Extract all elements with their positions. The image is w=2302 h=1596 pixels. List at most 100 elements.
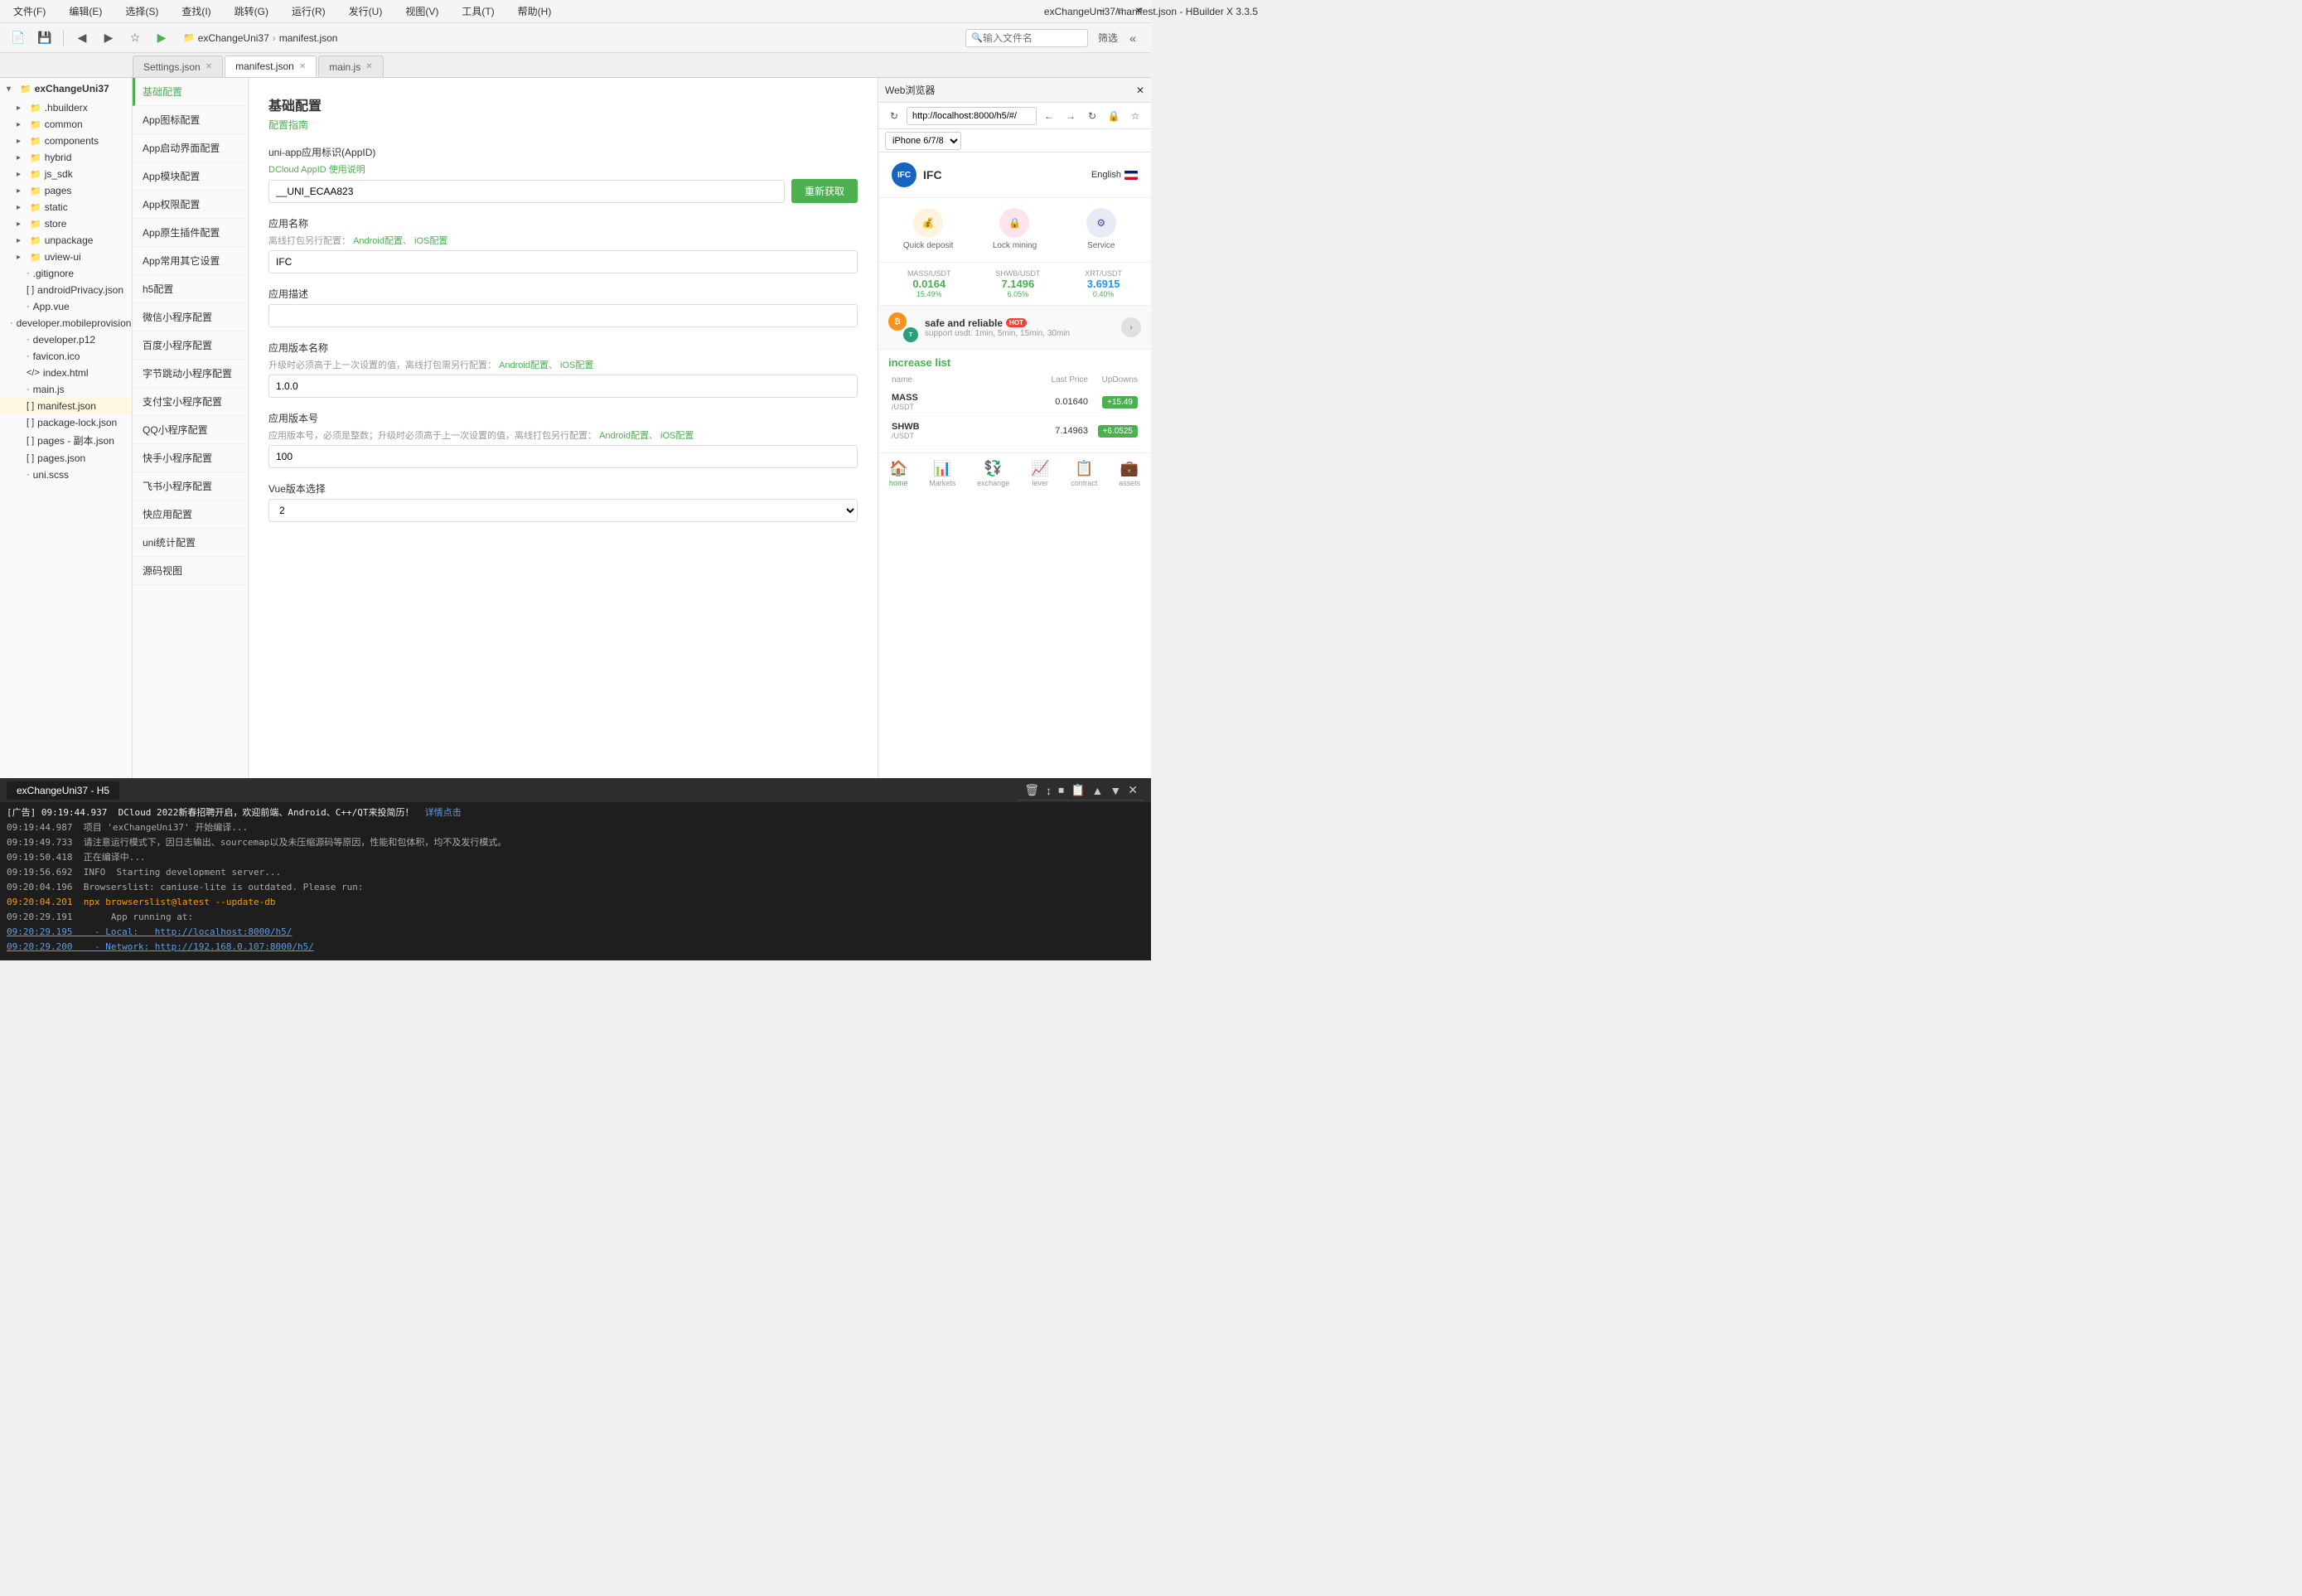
browser-forward-button[interactable]: → <box>1062 107 1080 125</box>
bottom-scroll-button[interactable]: ↕ <box>1046 784 1052 797</box>
appid-input[interactable] <box>268 180 785 203</box>
sidebar-item-packagelock[interactable]: [ ] package-lock.json <box>0 414 132 431</box>
search-input[interactable] <box>983 32 1082 44</box>
tab-settings[interactable]: Settings.json ✕ <box>133 56 223 77</box>
breadcrumb-root[interactable]: exChangeUni37 <box>198 32 269 44</box>
config-nav-baidu[interactable]: 百度小程序配置 <box>133 331 248 360</box>
menu-help[interactable]: 帮助(H) <box>511 2 559 20</box>
bottom-tab-console[interactable]: exChangeUni37 - H5 <box>7 781 119 800</box>
appname-ios-link[interactable]: iOS配置 <box>414 236 447 246</box>
run-button[interactable]: ▶ <box>150 27 173 50</box>
collapse-button[interactable]: « <box>1121 27 1144 50</box>
appid-refresh-button[interactable]: 重新获取 <box>791 179 858 203</box>
lang-selector[interactable]: English <box>1091 170 1138 180</box>
config-nav-appother[interactable]: App常用其它设置 <box>133 247 248 275</box>
bottom-up-button[interactable]: ▲ <box>1092 784 1104 797</box>
appdesc-input[interactable] <box>268 304 858 327</box>
tab-mainis[interactable]: main.js ✕ <box>318 56 383 77</box>
sidebar-item-static[interactable]: ▸ 📁 static <box>0 199 132 215</box>
mainjs-tab-close[interactable]: ✕ <box>365 62 372 71</box>
bottom-stop-button[interactable]: ⏹ <box>1058 783 1064 797</box>
appname-android-link[interactable]: Android配置 <box>353 236 403 246</box>
config-nav-appstart[interactable]: App启动界面配置 <box>133 134 248 162</box>
config-nav-qq[interactable]: QQ小程序配置 <box>133 416 248 444</box>
sidebar-item-store[interactable]: ▸ 📁 store <box>0 215 132 232</box>
footer-assets[interactable]: 💼 assets <box>1119 460 1140 487</box>
sidebar-item-hbuilderx[interactable]: ▸ 📁 .hbuilderx <box>0 99 132 116</box>
browser-url-input[interactable] <box>907 107 1037 125</box>
config-nav-h5[interactable]: h5配置 <box>133 275 248 303</box>
appvernum-ios-link[interactable]: iOS配置 <box>660 431 694 441</box>
sidebar-item-devmob[interactable]: · developer.mobileprovision <box>0 315 132 331</box>
forward-button[interactable]: ▶ <box>97 27 120 50</box>
browser-reload-icon[interactable]: ↻ <box>885 107 903 125</box>
sidebar-item-uniscss[interactable]: · uni.scss <box>0 467 132 483</box>
sidebar-item-gitignore[interactable]: · .gitignore <box>0 265 132 282</box>
file-search-box[interactable]: 🔍 <box>965 29 1088 47</box>
sidebar-item-indexhtml[interactable]: </> index.html <box>0 365 132 381</box>
save-button[interactable]: 💾 <box>33 27 56 50</box>
console-line[interactable]: 09:20:29.195 - Local: http://localhost:8… <box>7 925 1144 940</box>
settings-tab-close[interactable]: ✕ <box>206 62 212 71</box>
safe-arrow-button[interactable]: › <box>1121 317 1141 337</box>
footer-markets[interactable]: 📊 Markets <box>929 460 955 487</box>
browser-refresh-button[interactable]: ↻ <box>1083 107 1101 125</box>
config-nav-appplugin[interactable]: App原生插件配置 <box>133 219 248 247</box>
config-nav-appicon[interactable]: App图标配置 <box>133 106 248 134</box>
tab-manifest[interactable]: manifest.json ✕ <box>225 56 317 77</box>
config-nav-basic[interactable]: 基础配置 <box>133 78 248 106</box>
config-nav-kuaishou[interactable]: 快手小程序配置 <box>133 444 248 472</box>
device-select[interactable]: iPhone 6/7/8 iPhone X iPad <box>885 132 961 150</box>
menu-file[interactable]: 文件(F) <box>7 2 52 20</box>
config-nav-appmodule[interactable]: App模块配置 <box>133 162 248 191</box>
sidebar-item-components[interactable]: ▸ 📁 components <box>0 133 132 149</box>
menu-goto[interactable]: 跳转(G) <box>228 2 275 20</box>
star-button[interactable]: ☆ <box>123 27 147 50</box>
price-card-deposit[interactable]: 💰 Quick deposit <box>885 208 971 252</box>
sidebar-item-favicon[interactable]: · favicon.ico <box>0 348 132 365</box>
appvernum-input[interactable] <box>268 445 858 468</box>
filter-button[interactable]: 筛选 <box>1098 31 1118 45</box>
sidebar-item-manifest[interactable]: [ ] manifest.json <box>0 398 132 414</box>
sidebar-item-jssdk[interactable]: ▸ 📁 js_sdk <box>0 166 132 182</box>
config-guide-link[interactable]: 配置指南 <box>268 118 858 132</box>
menu-run[interactable]: 运行(R) <box>285 2 332 20</box>
footer-home[interactable]: 🏠 home <box>889 460 908 487</box>
menu-select[interactable]: 选择(S) <box>118 2 165 20</box>
browser-star-button[interactable]: ☆ <box>1126 107 1144 125</box>
appvername-input[interactable] <box>268 375 858 398</box>
sidebar-item-pages[interactable]: ▸ 📁 pages <box>0 182 132 199</box>
browser-back-button[interactable]: ← <box>1040 107 1058 125</box>
sidebar-item-hybrid[interactable]: ▸ 📁 hybrid <box>0 149 132 166</box>
sidebar-item-uviewui[interactable]: ▸ 📁 uview-ui <box>0 249 132 265</box>
config-nav-feishu[interactable]: 飞书小程序配置 <box>133 472 248 501</box>
sidebar-item-pagesjson[interactable]: [ ] pages.json <box>0 450 132 467</box>
bottom-close-button[interactable]: ✕ <box>1128 783 1138 797</box>
config-nav-wechat[interactable]: 微信小程序配置 <box>133 303 248 331</box>
bottom-clear-button[interactable]: 🗑 <box>1024 783 1039 797</box>
footer-lever[interactable]: 📈 lever <box>1031 460 1049 487</box>
price-card-service[interactable]: ⚙ Service <box>1058 208 1144 252</box>
price-card-lock[interactable]: 🔒 Lock mining <box>971 208 1057 252</box>
appvername-ios-link[interactable]: iOS配置 <box>560 360 593 370</box>
sidebar-item-unpackage[interactable]: ▸ 📁 unpackage <box>0 232 132 249</box>
config-nav-source[interactable]: 源码视图 <box>133 557 248 585</box>
config-nav-quickapp[interactable]: 快应用配置 <box>133 501 248 529</box>
safe-banner[interactable]: ₿ T safe and reliable HOT support usdt. … <box>878 306 1151 350</box>
menu-find[interactable]: 查找(I) <box>175 2 217 20</box>
menu-publish[interactable]: 发行(U) <box>342 2 389 20</box>
footer-exchange[interactable]: 💱 exchange <box>977 460 1009 487</box>
manifest-tab-close[interactable]: ✕ <box>299 62 306 71</box>
menu-view[interactable]: 视图(V) <box>399 2 445 20</box>
sidebar-item-appvue[interactable]: · App.vue <box>0 298 132 315</box>
menu-edit[interactable]: 编辑(E) <box>62 2 109 20</box>
config-nav-bytedance[interactable]: 字节跳动小程序配置 <box>133 360 248 388</box>
appid-link[interactable]: DCloud AppID 使用说明 <box>268 165 365 175</box>
appname-input[interactable] <box>268 250 858 273</box>
config-nav-appperm[interactable]: App权限配置 <box>133 191 248 219</box>
new-file-button[interactable]: 📄 <box>7 27 30 50</box>
sidebar-item-pagescopy[interactable]: [ ] pages - 副本.json <box>0 431 132 450</box>
bottom-down-button[interactable]: ▼ <box>1110 784 1121 797</box>
bottom-copy-button[interactable]: 📋 <box>1071 783 1085 797</box>
sidebar-item-mainjs[interactable]: · main.js <box>0 381 132 398</box>
